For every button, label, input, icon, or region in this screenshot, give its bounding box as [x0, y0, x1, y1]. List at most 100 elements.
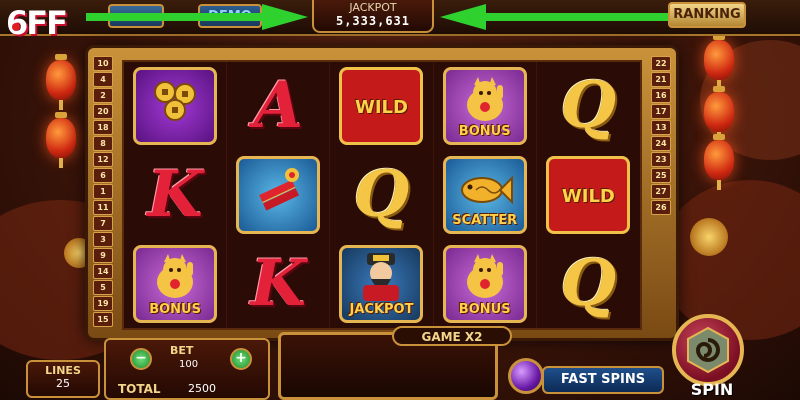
symbol-q-icon: Q: [353, 156, 410, 232]
payline-indicators-left: 10 4 2 20 18 8 12 6 1 11 7 3 9 14 5 19 15: [92, 56, 114, 328]
payline-number[interactable]: 2: [93, 88, 113, 103]
logo-dot: [12, 23, 20, 31]
payline-number[interactable]: 12: [93, 152, 113, 167]
reel-cell: BONUS: [132, 243, 218, 325]
reel-cell: [132, 65, 218, 147]
symbol-lucky-cat-tile: BONUS: [442, 67, 527, 146]
gold-ornament-icon: [690, 218, 728, 256]
bet-label: BET: [170, 344, 194, 357]
total-value: 2500: [188, 382, 216, 395]
payline-number[interactable]: 19: [93, 296, 113, 311]
payline-number[interactable]: 6: [93, 168, 113, 183]
lantern-icon: [46, 112, 76, 168]
payline-number[interactable]: 13: [651, 120, 671, 135]
payline-number[interactable]: 3: [93, 232, 113, 247]
symbol-label: SCATTER: [452, 212, 518, 228]
lucky-cat-icon: [466, 254, 503, 299]
coins-icon: [154, 81, 197, 121]
reel-column: Q WILD Q: [537, 62, 640, 328]
symbol-q-icon: Q: [560, 245, 617, 321]
fast-spins-button[interactable]: FAST SPINS: [542, 366, 664, 394]
reel-cell: BONUS: [442, 243, 528, 325]
payline-number[interactable]: 25: [651, 168, 671, 183]
spiral-icon: [687, 326, 729, 374]
payline-number[interactable]: 11: [93, 200, 113, 215]
reel-column: BONUS SCATTER BONUS: [434, 62, 537, 328]
symbol-god-of-wealth-tile: JACKPOT: [339, 244, 424, 323]
left-pointing-arrow-icon: [86, 4, 308, 30]
lantern-icon: [46, 54, 76, 110]
slot-game-screen: 6FF DEMO JACKPOT 5,333,631 RANKING 10422…: [0, 0, 800, 400]
spin-button[interactable]: [672, 314, 744, 386]
reel-grid: K BONUS A K WILD Q JACKPOT BONUS SCATTER BONUS Q WI…: [122, 60, 642, 330]
payline-number[interactable]: 27: [651, 184, 671, 199]
right-pointing-arrow-icon: [440, 4, 668, 30]
lantern-icon: [704, 134, 734, 190]
symbol-a-icon: A: [253, 68, 304, 144]
reel-column: AK: [227, 62, 331, 328]
total-label: TOTAL: [118, 382, 161, 396]
payline-number[interactable]: 22: [651, 56, 671, 71]
koi-fish-icon: [460, 175, 513, 205]
payline-number[interactable]: 5: [93, 280, 113, 295]
firecracker-icon: [259, 167, 300, 211]
payline-indicators-right: 22 21 16 17 13 24 23 25 27 26: [650, 56, 672, 216]
payline-number[interactable]: 8: [93, 136, 113, 151]
reel-cell: Q: [545, 65, 631, 147]
payline-number[interactable]: 9: [93, 248, 113, 263]
bet-decrease-button[interactable]: −: [130, 348, 152, 370]
payline-number[interactable]: 10: [93, 56, 113, 71]
bet-increase-button[interactable]: +: [230, 348, 252, 370]
background-cloud: [660, 180, 800, 340]
ranking-button[interactable]: RANKING: [668, 2, 746, 28]
control-panel: LINES 25 − BET 100 + TOTAL 2500 GAME X2 …: [0, 314, 800, 400]
payline-number[interactable]: 17: [651, 104, 671, 119]
lucky-cat-icon: [157, 254, 194, 299]
reel-cell: K: [235, 243, 321, 325]
reel-cell: [235, 154, 321, 236]
reel-cell: BONUS: [442, 65, 528, 147]
lucky-cat-icon: [466, 77, 503, 121]
payline-number[interactable]: 23: [651, 152, 671, 167]
reel-cell: WILD: [545, 154, 631, 236]
payline-number[interactable]: 21: [651, 72, 671, 87]
payline-number[interactable]: 16: [651, 88, 671, 103]
symbol-label: WILD: [355, 97, 408, 119]
lantern-icon: [704, 86, 734, 142]
jackpot-value: 5,333,631: [335, 14, 411, 28]
reel-column: WILD Q JACKPOT: [330, 62, 434, 328]
payline-number[interactable]: 15: [93, 312, 113, 327]
payline-number[interactable]: 20: [93, 104, 113, 119]
game-multiplier-badge: GAME X2: [392, 326, 512, 346]
purple-orb-icon: [508, 358, 544, 394]
symbol-wild-tile: WILD: [339, 67, 424, 146]
payline-number[interactable]: 18: [93, 120, 113, 135]
jackpot-display: JACKPOT 5,333,631: [312, 0, 434, 33]
symbol-label: WILD: [561, 185, 615, 207]
lines-label: LINES: [45, 364, 81, 377]
spin-label[interactable]: SPIN: [676, 380, 748, 399]
symbol-q-icon: Q: [560, 68, 617, 144]
reel-cell: A: [235, 65, 321, 147]
symbol-lucky-cat-tile: BONUS: [133, 244, 218, 323]
payline-number[interactable]: 4: [93, 72, 113, 87]
reel-cell: Q: [545, 243, 631, 325]
reel-cell: WILD: [338, 65, 424, 147]
payline-number[interactable]: 7: [93, 216, 113, 231]
reel-cell: Q: [338, 154, 424, 236]
payline-number[interactable]: 24: [651, 136, 671, 151]
symbol-wild-tile: WILD: [546, 155, 631, 234]
reel-column: K BONUS: [124, 62, 228, 328]
god-of-wealth-icon: [363, 253, 400, 302]
reel-cell: SCATTER: [442, 154, 528, 236]
bet-value: 100: [179, 359, 199, 370]
reel-cell: K: [132, 154, 218, 236]
symbol-koi-fish-tile: SCATTER: [442, 155, 527, 234]
jackpot-label: JACKPOT: [349, 1, 397, 14]
payline-number[interactable]: 1: [93, 184, 113, 199]
bet-panel: − BET 100 + TOTAL 2500: [104, 338, 270, 400]
symbol-k-icon: K: [147, 156, 203, 232]
payline-number[interactable]: 26: [651, 200, 671, 215]
payline-number[interactable]: 14: [93, 264, 113, 279]
lines-value: 25: [56, 377, 70, 390]
